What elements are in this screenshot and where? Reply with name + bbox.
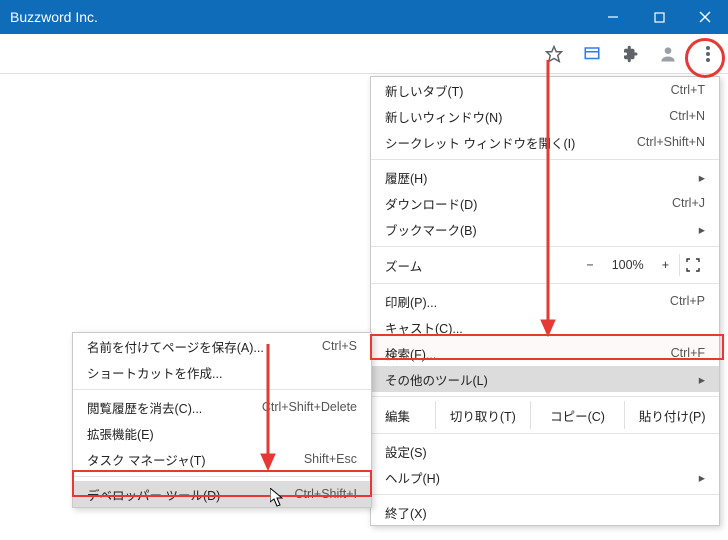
menu-shortcut: Ctrl+J: [672, 196, 705, 210]
menu-label: 拡張機能(E): [87, 424, 154, 443]
submenu-save-page-as[interactable]: 名前を付けてページを保存(A)... Ctrl+S: [73, 333, 371, 359]
menu-label: 編集: [385, 406, 435, 425]
menu-label: 設定(S): [385, 442, 427, 461]
menu-label: 印刷(P)...: [385, 292, 437, 311]
edit-paste-button[interactable]: 貼り付け(P): [624, 401, 719, 429]
submenu-developer-tools[interactable]: デベロッパー ツール(D) Ctrl+Shift+I: [73, 481, 371, 507]
chevron-right-icon: ▸: [699, 470, 705, 485]
menu-label: 名前を付けてページを保存(A)...: [87, 337, 264, 356]
annotation-arrow-to-dev-tools: [258, 344, 278, 472]
browser-toolbar: [0, 34, 728, 74]
menu-separator: [371, 433, 719, 434]
submenu-create-shortcut[interactable]: ショートカットを作成...: [73, 359, 371, 385]
minimize-button[interactable]: [590, 0, 636, 34]
zoom-in-button[interactable]: +: [662, 258, 669, 272]
menu-shortcut: Ctrl+N: [669, 109, 705, 123]
menu-separator: [73, 476, 371, 477]
chevron-right-icon: ▸: [699, 372, 705, 387]
menu-shortcut: Ctrl+S: [322, 339, 357, 353]
menu-shortcut: Shift+Esc: [304, 452, 357, 466]
window-titlebar: Buzzword Inc.: [0, 0, 728, 34]
chevron-right-icon: ▸: [699, 170, 705, 185]
extensions-icon[interactable]: [620, 44, 640, 64]
window-title: Buzzword Inc.: [10, 9, 98, 25]
menu-label: その他のツール(L): [385, 370, 488, 389]
reading-list-icon[interactable]: [582, 44, 602, 64]
menu-find[interactable]: 検索(F)... Ctrl+F: [371, 340, 719, 366]
menu-shortcut: Ctrl+T: [671, 83, 705, 97]
profile-icon[interactable]: [658, 44, 678, 64]
fullscreen-button[interactable]: [679, 254, 705, 276]
menu-exit[interactable]: 終了(X): [371, 499, 719, 525]
menu-separator: [371, 494, 719, 495]
menu-edit-row: 編集 切り取り(T) コピー(C) 貼り付け(P): [371, 401, 719, 429]
maximize-button[interactable]: [636, 0, 682, 34]
annotation-arrow-to-more-tools: [538, 60, 558, 338]
menu-label: 終了(X): [385, 503, 427, 522]
menu-label: ヘルプ(H): [385, 468, 440, 487]
menu-label: キャスト(C)...: [385, 318, 463, 337]
menu-more-tools[interactable]: その他のツール(L) ▸: [371, 366, 719, 392]
chevron-right-icon: ▸: [699, 222, 705, 237]
submenu-extensions[interactable]: 拡張機能(E): [73, 420, 371, 446]
menu-label: ズーム: [385, 256, 422, 275]
menu-shortcut: Ctrl+P: [670, 294, 705, 308]
submenu-task-manager[interactable]: タスク マネージャ(T) Shift+Esc: [73, 446, 371, 472]
menu-shortcut: Ctrl+Shift+I: [294, 487, 357, 501]
edit-cut-button[interactable]: 切り取り(T): [435, 401, 530, 429]
window-controls: [590, 0, 728, 34]
menu-help[interactable]: ヘルプ(H) ▸: [371, 464, 719, 490]
menu-label: 閲覧履歴を消去(C)...: [87, 398, 202, 417]
edit-copy-button[interactable]: コピー(C): [530, 401, 625, 429]
menu-separator: [371, 396, 719, 397]
menu-label: ダウンロード(D): [385, 194, 477, 213]
menu-label: 新しいタブ(T): [385, 81, 463, 100]
mouse-cursor-icon: [270, 488, 286, 508]
zoom-out-button[interactable]: −: [586, 258, 593, 272]
submenu-clear-browsing[interactable]: 閲覧履歴を消去(C)... Ctrl+Shift+Delete: [73, 394, 371, 420]
menu-label: ブックマーク(B): [385, 220, 477, 239]
close-button[interactable]: [682, 0, 728, 34]
menu-shortcut: Ctrl+F: [671, 346, 705, 360]
menu-label: デベロッパー ツール(D): [87, 485, 220, 504]
menu-label: タスク マネージャ(T): [87, 450, 206, 469]
menu-shortcut: Ctrl+Shift+N: [637, 135, 705, 149]
menu-label: ショートカットを作成...: [87, 363, 222, 382]
menu-label: 新しいウィンドウ(N): [385, 107, 502, 126]
menu-separator: [73, 389, 371, 390]
kebab-menu-button[interactable]: [696, 42, 720, 66]
menu-label: 履歴(H): [385, 168, 427, 187]
menu-settings[interactable]: 設定(S): [371, 438, 719, 464]
menu-label: 検索(F)...: [385, 344, 436, 363]
more-tools-submenu: 名前を付けてページを保存(A)... Ctrl+S ショートカットを作成... …: [72, 332, 372, 508]
zoom-value: 100%: [612, 258, 644, 272]
